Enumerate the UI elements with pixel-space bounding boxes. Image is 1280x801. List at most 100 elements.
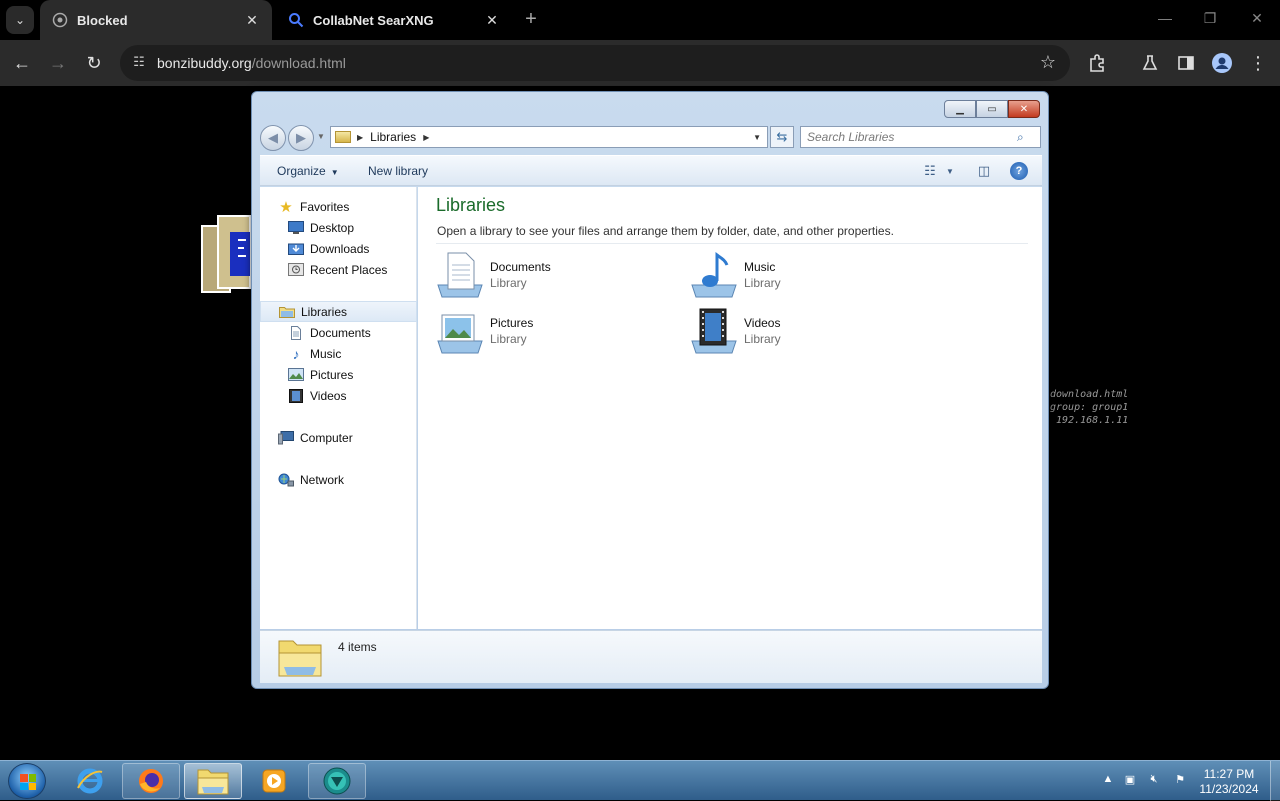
nav-desktop[interactable]: Desktop [260,217,417,238]
bookmark-star-icon[interactable]: ☆ [1040,52,1056,73]
action-center-icon[interactable]: ▣ [1122,773,1138,789]
search-input[interactable] [807,130,1017,144]
taskbar-windows-explorer[interactable] [184,763,242,799]
library-name: Documents [490,260,551,274]
close-tab-icon[interactable]: ✕ [244,12,260,29]
address-bar[interactable]: ☷ bonzibuddy.org/download.html ☆ [120,45,1070,81]
internet-explorer-icon [77,768,103,794]
show-hidden-icons-chevron-icon[interactable]: ▲ [1100,773,1116,789]
nav-label: Network [300,472,345,487]
music-library-icon [690,251,738,299]
nav-music[interactable]: ♪ Music [260,343,417,364]
nav-favorites[interactable]: ★ Favorites [260,196,417,217]
nav-network[interactable]: Network [260,469,417,490]
library-item-pictures[interactable]: Pictures Library [436,307,636,359]
tab-searxng[interactable]: CollabNet SearXNG ✕ [276,0,512,40]
address-dropdown-icon[interactable]: ▼ [753,133,761,142]
taskbar-firefox[interactable] [122,763,180,799]
nav-label: Computer [300,430,353,445]
volume-muted-icon[interactable]: 🔇︎ [1146,773,1162,789]
view-options-chevron-icon[interactable]: ▼ [940,162,960,180]
library-item-videos[interactable]: Videos Library [690,307,890,359]
windows-logo-icon [20,774,36,790]
side-panel-icon[interactable] [1174,51,1198,75]
show-desktop-button[interactable] [1270,761,1280,801]
nav-label: Desktop [310,220,355,235]
nav-label: Documents [310,325,371,340]
refresh-button[interactable]: ⇆ [770,126,794,148]
network-icon [278,473,294,487]
documents-library-icon [436,251,484,299]
tab-search-button[interactable]: ⌄ [6,6,34,34]
nav-documents[interactable]: Documents [260,322,417,343]
arrow-right-icon: → [49,52,67,73]
close-button[interactable]: ✕ [1008,100,1040,118]
search-box: ⌕ [800,126,1041,148]
videos-library-icon [690,307,738,355]
taskbar-internet-explorer[interactable] [61,763,119,799]
lab-flask-icon[interactable] [1138,51,1162,75]
taskbar-media-player[interactable] [245,763,303,799]
explorer-window: ▁ ▭ ✕ ◀ ▶ ▼ ▶ Libraries ▶ ▼ ⇆ ⌕ Organize… [251,91,1049,689]
search-icon [288,12,304,28]
network-flag-icon[interactable]: ⚑ [1172,773,1188,789]
nav-libraries[interactable]: Libraries [260,301,417,322]
start-button[interactable] [8,763,46,799]
site-info-icon[interactable]: ☷ [130,54,148,72]
library-item-music[interactable]: Music Library [690,251,890,303]
preview-pane-icon[interactable]: ◫ [974,162,994,180]
search-icon[interactable]: ⌕ [1017,130,1024,145]
details-pane: 4 items [260,630,1042,683]
folder-icon [335,131,351,143]
minimize-icon[interactable]: — [1155,10,1175,26]
arrow-left-icon: ◀ [268,130,278,145]
film-icon [288,388,304,403]
libraries-folder-icon [278,637,322,677]
menu-kebab-icon[interactable]: ⋮ [1246,51,1270,75]
tab-blocked[interactable]: Blocked ✕ [40,0,272,40]
nav-computer[interactable]: Computer [260,427,417,448]
nav-pictures[interactable]: Pictures [260,364,417,385]
breadcrumb-libraries[interactable]: Libraries [370,130,416,144]
forward-button[interactable]: → [46,51,70,75]
change-view-icon[interactable]: ☷ [920,162,940,180]
terminal-line: download.html [1050,389,1129,400]
explorer-address-bar[interactable]: ▶ Libraries ▶ ▼ [330,126,768,148]
extensions-icon[interactable] [1085,51,1109,75]
back-button[interactable]: ← [10,51,34,75]
monitor-art-icon [200,210,252,300]
nav-downloads[interactable]: Downloads [260,238,417,259]
reload-button[interactable]: ↻ [82,51,106,75]
organize-button[interactable]: Organize ▼ [277,164,339,178]
help-icon[interactable]: ? [1010,162,1028,180]
maximize-button[interactable]: ▭ [976,100,1008,118]
libraries-icon [279,305,295,319]
clock-date: 11/23/2024 [1199,782,1259,796]
new-tab-button[interactable]: + [520,8,542,32]
windows-explorer-icon [197,769,229,795]
close-tab-icon[interactable]: ✕ [484,12,500,29]
library-type: Library [490,276,527,290]
library-item-documents[interactable]: Documents Library [436,251,636,303]
command-bar: Organize ▼ New library ☷ ▼ ◫ ? [260,155,1042,186]
firefox-icon [139,769,163,793]
breadcrumb-arrow-icon[interactable]: ▶ [357,133,363,142]
restore-icon[interactable]: ❐ [1200,10,1220,27]
nav-videos[interactable]: Videos [260,385,417,406]
forward-button[interactable]: ▶ [288,125,314,151]
refresh-icon: ⇆ [776,129,788,144]
library-type: Library [490,332,527,346]
taskbar-browser[interactable] [308,763,366,799]
taskbar-clock[interactable]: 11:27 PM 11/23/2024 [1196,767,1262,797]
profile-avatar-icon[interactable] [1210,51,1234,75]
new-library-label: New library [368,164,429,178]
minimize-button[interactable]: ▁ [944,100,976,118]
close-icon[interactable]: ✕ [1247,10,1267,27]
nav-recent-places[interactable]: Recent Places [260,259,417,280]
recent-pages-chevron-icon[interactable]: ▼ [317,132,325,141]
back-button[interactable]: ◀ [260,125,286,151]
breadcrumb-arrow-icon[interactable]: ▶ [423,133,429,142]
new-library-button[interactable]: New library [368,164,428,178]
browser-app-icon [323,767,351,795]
organize-label: Organize [277,164,326,178]
